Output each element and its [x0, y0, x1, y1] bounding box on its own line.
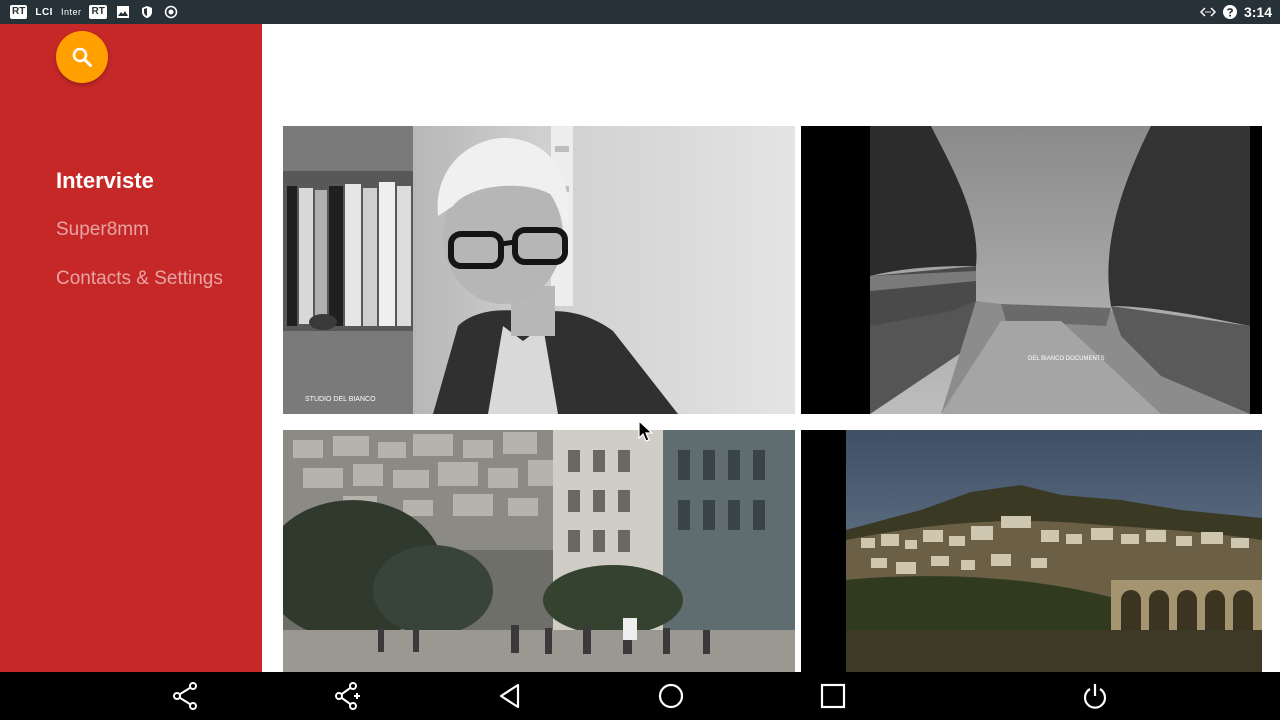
sidebar-item-super8mm[interactable]: Super8mm [56, 214, 223, 263]
mouse-cursor-icon [638, 420, 654, 442]
share-add-icon [335, 682, 360, 710]
status-left: RT LCI Inter RT [10, 3, 179, 21]
status-right: 3:14 [1199, 3, 1272, 21]
sidebar-item-interviste[interactable]: Interviste [56, 165, 223, 214]
clock: 3:14 [1243, 4, 1272, 20]
back-button[interactable] [494, 680, 526, 712]
home-icon [658, 683, 684, 709]
sidebar-item-contacts-settings[interactable]: Contacts & Settings [56, 263, 223, 312]
help-circle-icon [1222, 4, 1238, 20]
lci-icon: LCI [35, 6, 53, 18]
home-button[interactable] [655, 680, 687, 712]
hill-town-thumbnail[interactable] [801, 430, 1262, 672]
sidebar: Interviste Super8mm Contacts & Settings [0, 24, 262, 672]
shield-icon [139, 4, 155, 20]
thumbnail-caption: DEL BIANCO DOCUMENTS [1028, 356, 1104, 362]
video-grid: STUDIO DEL BIANCO DEL BIANCO DOCUMENTS [262, 24, 1280, 672]
code-icon [1199, 4, 1216, 20]
sidebar-nav: Interviste Super8mm Contacts & Settings [56, 165, 223, 312]
recents-button[interactable] [817, 680, 849, 712]
rt-icon: RT [89, 5, 107, 19]
share-icon [173, 682, 197, 710]
search-button[interactable] [56, 31, 108, 83]
status-bar: RT LCI Inter RT 3:14 [0, 0, 1280, 24]
search-icon [72, 47, 92, 67]
thumbnail-caption: STUDIO DEL BIANCO [305, 396, 376, 403]
rt-icon: RT [10, 5, 28, 19]
share-add-button[interactable] [331, 680, 363, 712]
power-icon [1083, 684, 1107, 709]
back-icon [499, 683, 520, 709]
road-thumbnail[interactable]: DEL BIANCO DOCUMENTS [801, 126, 1262, 414]
power-button[interactable] [1079, 680, 1111, 712]
record-icon [163, 4, 179, 20]
image-icon [115, 4, 131, 20]
interview-thumbnail[interactable]: STUDIO DEL BIANCO [283, 126, 795, 414]
inter-icon: Inter [60, 7, 82, 17]
navigation-bar [0, 672, 1280, 720]
share-button[interactable] [169, 680, 201, 712]
recents-icon [820, 683, 846, 709]
town-street-thumbnail[interactable] [283, 430, 795, 672]
